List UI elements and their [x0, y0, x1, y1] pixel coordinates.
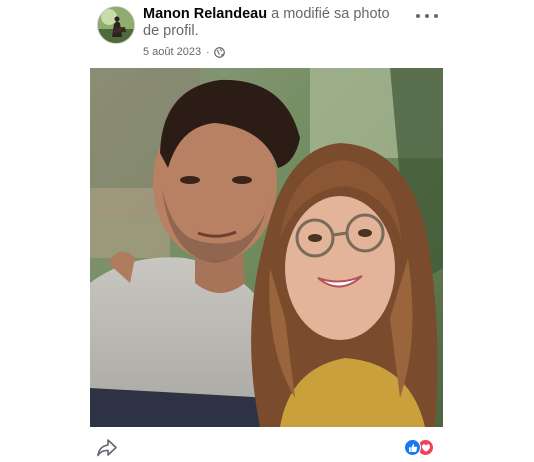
avatar-image [98, 7, 134, 43]
like-reaction-icon [404, 439, 421, 456]
photo-illustration [90, 68, 443, 427]
meta-separator: · [206, 46, 210, 58]
post-headline: Manon Relandeau a modifié sa photo de pr… [143, 6, 405, 40]
more-dot [434, 14, 438, 18]
share-button[interactable] [96, 438, 118, 458]
header-text: Manon Relandeau a modifié sa photo de pr… [143, 6, 405, 58]
post-actions [90, 436, 443, 460]
author-name[interactable]: Manon Relandeau [143, 6, 267, 22]
profile-photo[interactable] [90, 68, 443, 427]
reactions-summary[interactable] [404, 439, 436, 457]
more-options-button[interactable] [416, 10, 438, 22]
share-arrow-icon [97, 439, 117, 457]
post-meta: 5 août 2023 · [143, 46, 405, 58]
more-dot [425, 14, 429, 18]
globe-icon [214, 46, 226, 58]
author-avatar[interactable] [97, 6, 135, 44]
more-dot [416, 14, 420, 18]
post-header: Manon Relandeau a modifié sa photo de pr… [97, 6, 443, 62]
post-date[interactable]: 5 août 2023 [143, 46, 201, 58]
